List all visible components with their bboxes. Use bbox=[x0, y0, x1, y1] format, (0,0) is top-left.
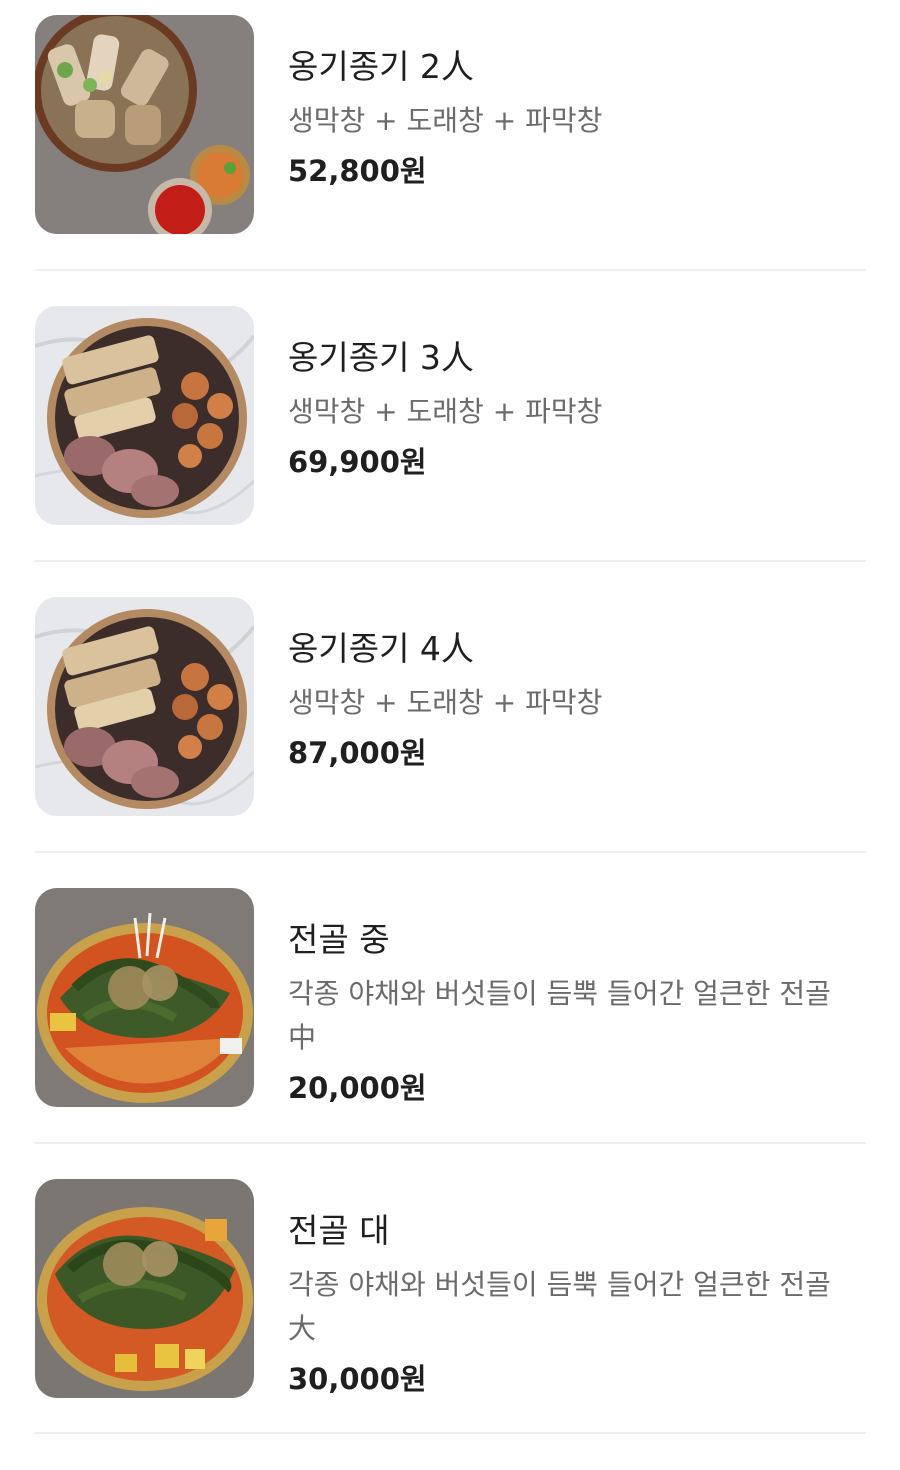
menu-item-jeongol-large[interactable]: 전골 대 각종 야채와 버섯들이 듬뿍 들어간 얼큰한 전골 大 30,000원 bbox=[35, 1179, 866, 1470]
menu-item-info: 옹기종기 2人 생막창 + 도래창 + 파막창 52,800원 bbox=[288, 45, 866, 191]
menu-item-photo bbox=[35, 888, 254, 1107]
menu-item-info: 옹기종기 3人 생막창 + 도래창 + 파막창 69,900원 bbox=[288, 336, 866, 482]
menu-item-description: 생막창 + 도래창 + 파막창 bbox=[288, 104, 603, 137]
menu-item-jeongol-medium[interactable]: 전골 중 각종 야채와 버섯들이 듬뿍 들어간 얼큰한 전골 中 20,000원 bbox=[35, 888, 866, 1179]
divider bbox=[35, 1142, 866, 1144]
menu-item-name: 옹기종기 3人 bbox=[288, 338, 474, 377]
divider bbox=[35, 851, 866, 853]
menu-item-price: 87,000원 bbox=[288, 736, 427, 770]
menu-item-price: 69,900원 bbox=[288, 445, 427, 479]
menu-item-ongi-4[interactable]: 옹기종기 4人 생막창 + 도래창 + 파막창 87,000원 bbox=[35, 597, 866, 888]
menu-item-description: 생막창 + 도래창 + 파막창 bbox=[288, 395, 603, 428]
menu-item-price: 30,000원 bbox=[288, 1362, 427, 1396]
menu-item-description: 각종 야채와 버섯들이 듬뿍 들어간 얼큰한 전골 大 bbox=[288, 1268, 831, 1345]
menu-item-description: 생막창 + 도래창 + 파막창 bbox=[288, 686, 603, 719]
menu-item-name: 옹기종기 2人 bbox=[288, 47, 474, 86]
menu-item-price: 52,800원 bbox=[288, 154, 427, 188]
menu-item-name: 옹기종기 4人 bbox=[288, 629, 474, 668]
menu-item-photo bbox=[35, 15, 254, 234]
menu-item-photo bbox=[35, 306, 254, 525]
menu-item-ongi-3[interactable]: 옹기종기 3人 생막창 + 도래창 + 파막창 69,900원 bbox=[35, 306, 866, 597]
menu-item-info: 전골 중 각종 야채와 버섯들이 듬뿍 들어간 얼큰한 전골 中 20,000원 bbox=[288, 918, 866, 1108]
menu-item-name: 전골 중 bbox=[288, 920, 390, 959]
menu-item-photo bbox=[35, 597, 254, 816]
menu-item-ongi-2[interactable]: 옹기종기 2人 생막창 + 도래창 + 파막창 52,800원 bbox=[35, 15, 866, 306]
menu-item-price: 20,000원 bbox=[288, 1071, 427, 1105]
menu-item-photo bbox=[35, 1179, 254, 1398]
menu-item-name: 전골 대 bbox=[288, 1211, 390, 1250]
menu-item-description: 각종 야채와 버섯들이 듬뿍 들어간 얼큰한 전골 中 bbox=[288, 977, 831, 1054]
divider bbox=[35, 560, 866, 562]
menu-item-info: 전골 대 각종 야채와 버섯들이 듬뿍 들어간 얼큰한 전골 大 30,000원 bbox=[288, 1209, 866, 1399]
divider bbox=[35, 269, 866, 271]
menu-item-info: 옹기종기 4人 생막창 + 도래창 + 파막창 87,000원 bbox=[288, 627, 866, 773]
